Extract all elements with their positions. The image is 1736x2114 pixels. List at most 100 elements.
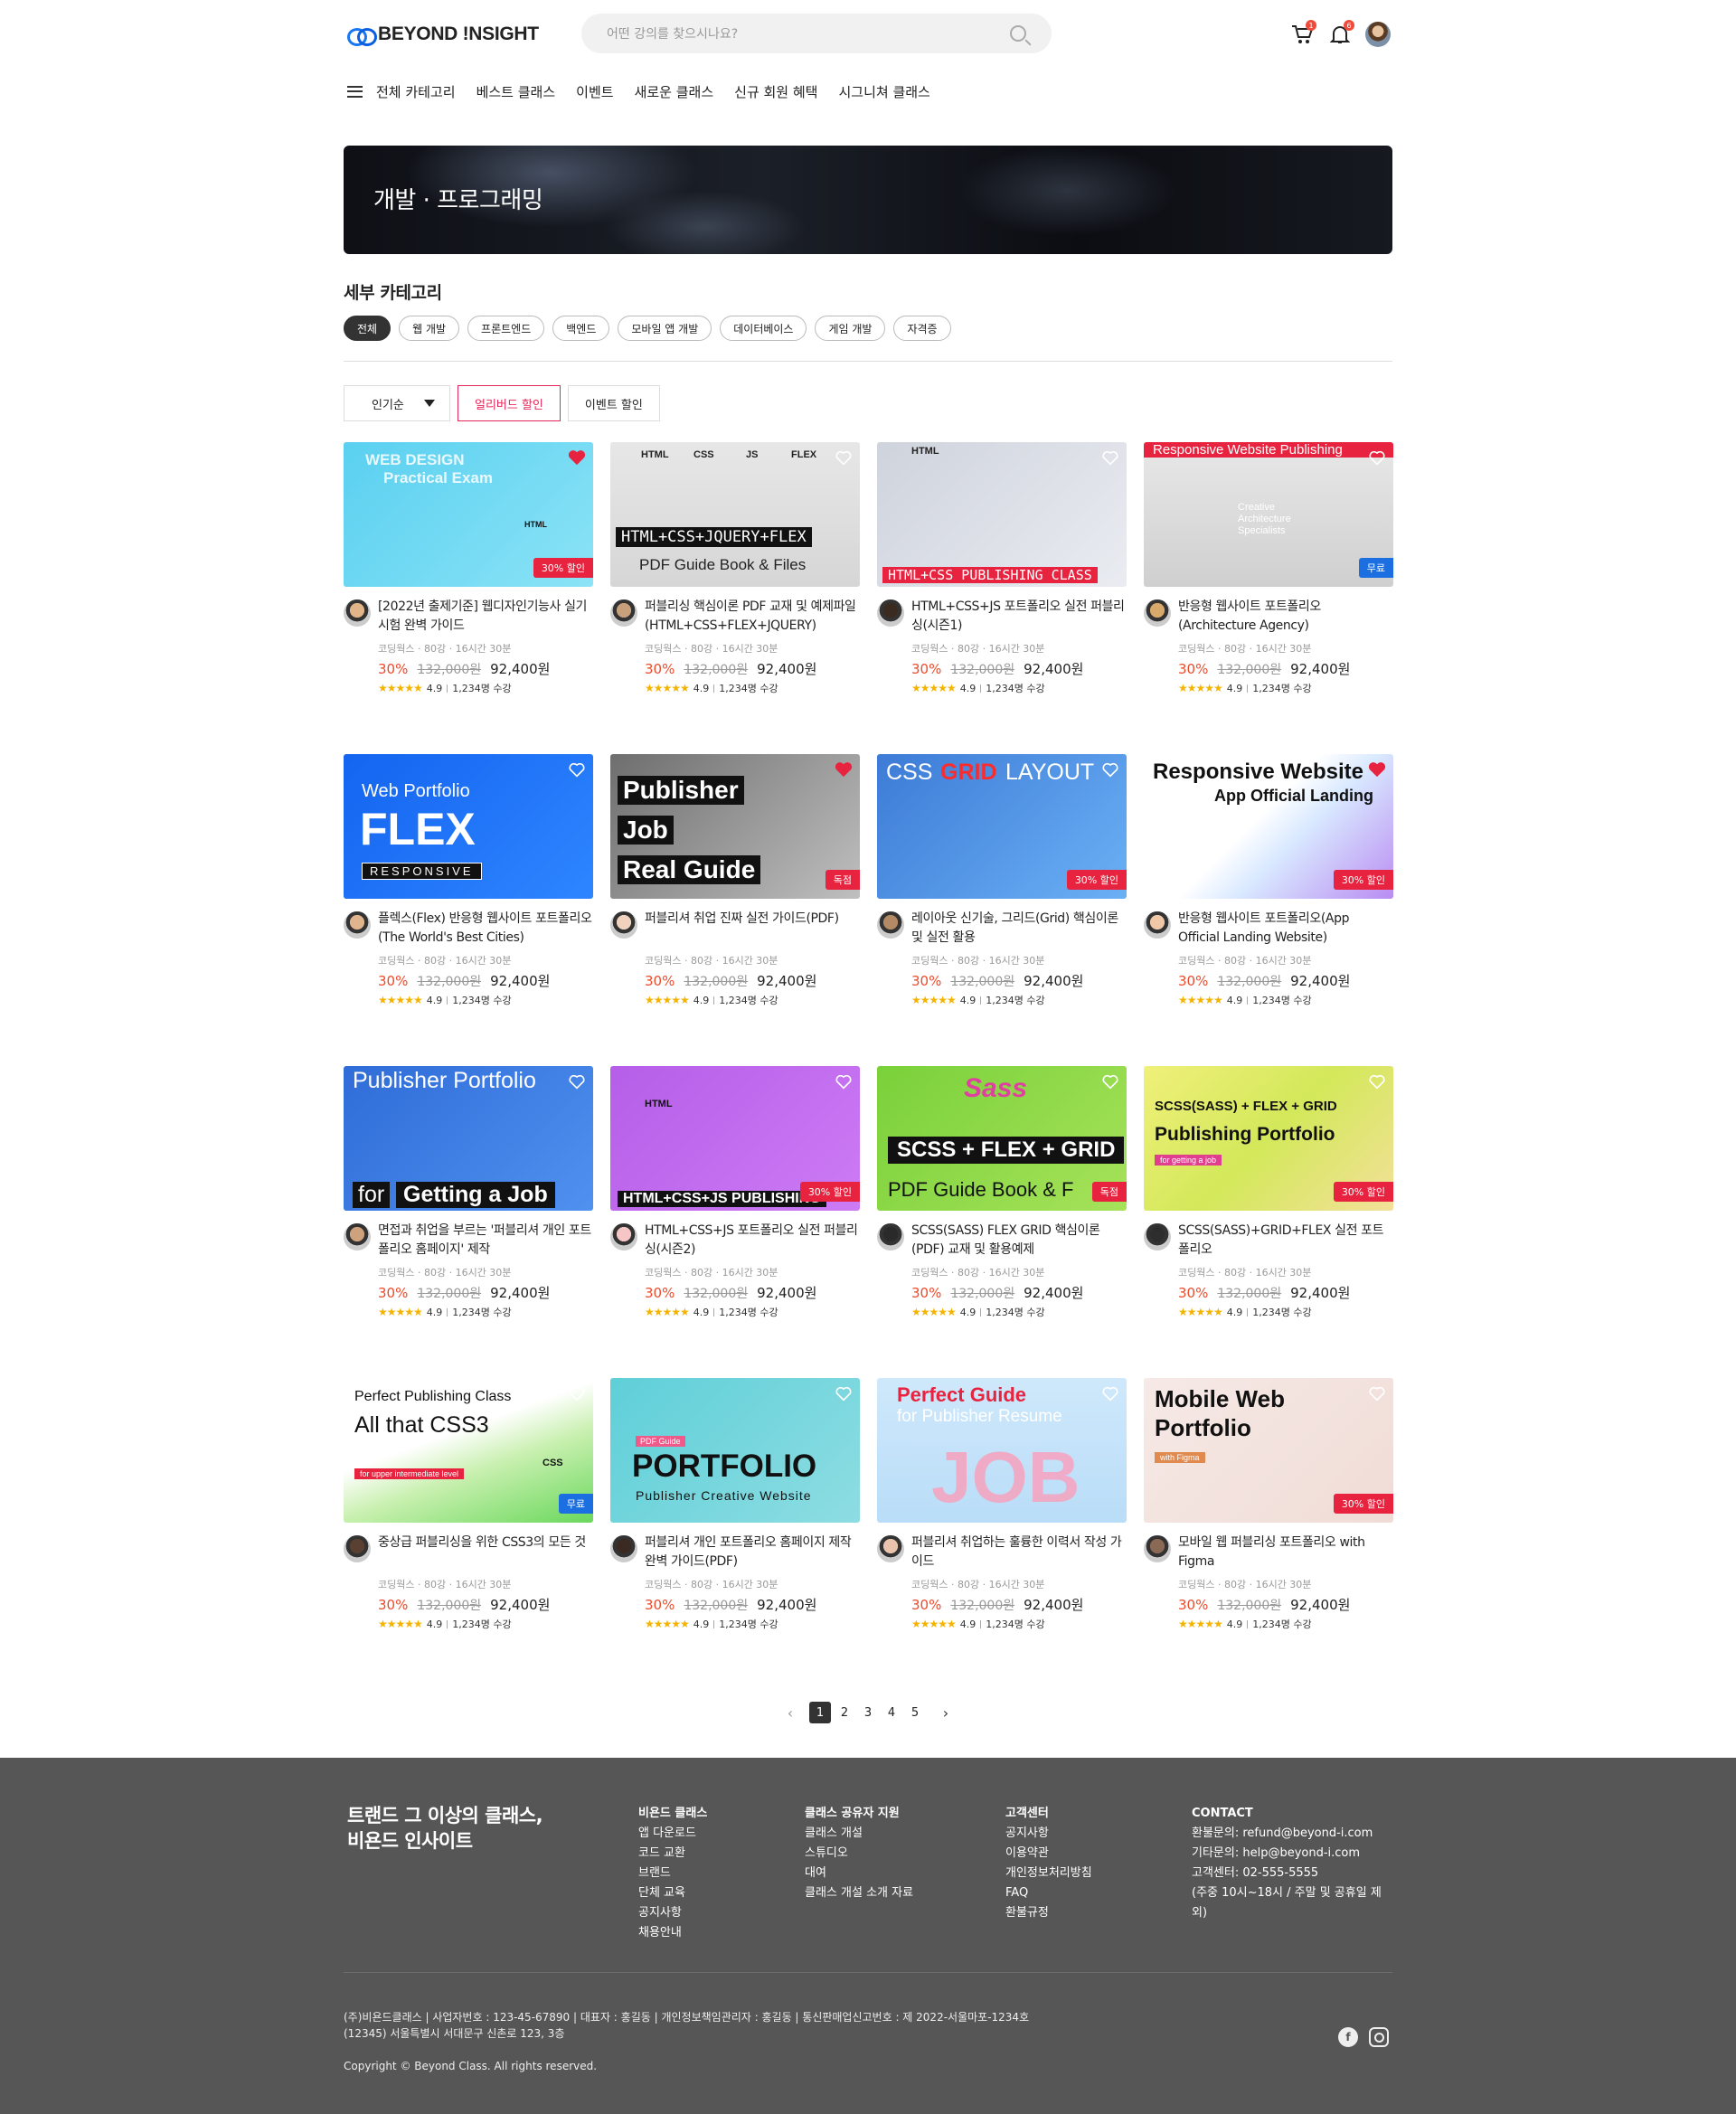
course-thumbnail[interactable]: CSS GRID LAYOUT 30% 할인 [877,754,1127,899]
course-title[interactable]: [2022년 출제기준] 웹디자인기능사 실기시험 완벽 가이드 [378,598,593,636]
course-title[interactable]: 퍼블리싱 핵심이론 PDF 교재 및 예제파일(HTML+CSS+FLEX+JQ… [645,598,860,636]
heart-icon[interactable] [1368,1385,1386,1401]
course-thumbnail[interactable]: Publisher Portfolio for Getting a Job [344,1066,593,1211]
course-card[interactable]: HTML HTML+CSS PUBLISHING CLASS HTML+CSS+J… [877,442,1127,754]
heart-filled-icon[interactable] [1368,761,1386,778]
heart-icon[interactable] [835,449,853,466]
nav-item-event[interactable]: 이벤트 [576,82,613,101]
chip-backend[interactable]: 백엔드 [552,316,610,341]
course-thumbnail[interactable]: Sass SCSS + FLEX + GRID PDF Guide Book & F… [877,1066,1127,1211]
heart-icon[interactable] [835,1073,853,1090]
heart-icon[interactable] [1101,1073,1119,1090]
course-title[interactable]: 레이아웃 신기술, 그리드(Grid) 핵심이론 및 실전 활용 [911,910,1127,948]
footer-link[interactable]: 스튜디오 [805,1844,913,1864]
footer-link[interactable]: 환불규정 [1005,1903,1092,1923]
course-card[interactable]: Perfect Guide for Publisher Resume JOB 퍼블리… [877,1378,1127,1690]
nav-item-new-member[interactable]: 신규 회원 혜택 [734,82,817,101]
course-card[interactable]: Mobile Web Portfolio with Figma 30% 할인 모바일… [1144,1378,1393,1690]
course-card[interactable]: PDF Guide PORTFOLIO Publisher Creative Web… [610,1378,860,1690]
course-title[interactable]: 면접과 취업을 부르는 '퍼블리셔 개인 포트폴리오 홈페이지' 제작 [378,1222,593,1260]
early-bird-filter[interactable]: 얼리버드 할인 [458,385,561,421]
course-title[interactable]: HTML+CSS+JS 포트폴리오 실전 퍼블리싱(시즌2) [645,1222,860,1260]
chip-database[interactable]: 데이터베이스 [720,316,807,341]
cart-button[interactable]: 1 [1289,20,1316,47]
course-thumbnail[interactable]: PDF Guide PORTFOLIO Publisher Creative Web… [610,1378,860,1523]
footer-link[interactable]: 클래스 개설 [805,1824,913,1844]
nav-item-new[interactable]: 새로운 클래스 [635,82,714,101]
prev-page-button[interactable]: ‹ [778,1701,802,1724]
page-2[interactable]: 2 [833,1701,856,1724]
course-thumbnail[interactable]: HTML CSS JS FLEX HTML+CSS+JQUERY+FLEX PDF Gui… [610,442,860,587]
nav-item-all-categories[interactable]: 전체 카테고리 [376,82,456,101]
course-thumbnail[interactable]: Perfect Publishing Class All that CSS3 for… [344,1378,593,1523]
menu-icon[interactable] [347,85,363,98]
course-card[interactable]: Responsive Website App Official Landing 3… [1144,754,1393,1066]
course-thumbnail[interactable]: HTML HTML+CSS PUBLISHING CLASS [877,442,1127,587]
course-card[interactable]: Publisher Portfolio for Getting a Job 면접과 … [344,1066,593,1378]
chip-game[interactable]: 게임 개발 [815,316,886,341]
page-1[interactable]: 1 [809,1702,831,1723]
page-3[interactable]: 3 [856,1701,880,1724]
chip-frontend[interactable]: 프론트엔드 [467,316,545,341]
course-thumbnail[interactable]: Web Portfolio FLEX RESPONSIVE [344,754,593,899]
next-page-button[interactable]: › [934,1701,958,1724]
instagram-icon[interactable] [1369,2027,1389,2047]
course-title[interactable]: 반응형 웹사이트 포트폴리오(Architecture Agency) [1178,598,1393,636]
footer-link[interactable]: 개인정보처리방침 [1005,1864,1092,1883]
search-icon[interactable] [1010,25,1026,42]
course-card[interactable]: SCSS(SASS) + FLEX + GRID Publishing Portf… [1144,1066,1393,1378]
user-avatar[interactable] [1365,22,1391,47]
footer-link[interactable]: 이용약관 [1005,1844,1092,1864]
course-thumbnail[interactable]: WEB DESIGN Practical Exam HTML 30% 할인 [344,442,593,587]
course-card[interactable]: WEB DESIGN Practical Exam HTML 30% 할인 [202… [344,442,593,754]
event-filter[interactable]: 이벤트 할인 [567,385,660,421]
footer-link[interactable]: 앱 다운로드 [638,1824,707,1844]
footer-link[interactable]: 채용안내 [638,1923,707,1943]
sort-select[interactable]: 인기순 [344,385,450,421]
course-thumbnail[interactable]: Perfect Guide for Publisher Resume JOB [877,1378,1127,1523]
heart-icon[interactable] [568,761,586,778]
course-thumbnail[interactable]: HTML HTML+CSS+JS PUBLISHING 30% 할인 [610,1066,860,1211]
heart-icon[interactable] [1101,761,1119,778]
course-card[interactable]: CSS GRID LAYOUT 30% 할인 레이아웃 신기술, 그리드(Grid)… [877,754,1127,1066]
nav-item-signature[interactable]: 시그니쳐 클래스 [838,82,929,101]
heart-icon[interactable] [568,1073,586,1090]
course-thumbnail[interactable]: Responsive Website Publishing Creative Ar… [1144,442,1393,587]
nav-item-best[interactable]: 베스트 클래스 [476,82,556,101]
footer-link[interactable]: 클래스 개설 소개 자료 [805,1883,913,1903]
course-title[interactable]: 반응형 웹사이트 포트폴리오(App Official Landing Webs… [1178,910,1393,948]
course-card[interactable]: Responsive Website Publishing Creative Ar… [1144,442,1393,754]
page-4[interactable]: 4 [880,1701,903,1724]
course-card[interactable]: HTML HTML+CSS+JS PUBLISHING 30% 할인 HTML+C… [610,1066,860,1378]
heart-icon[interactable] [1101,1385,1119,1401]
course-thumbnail[interactable]: SCSS(SASS) + FLEX + GRID Publishing Portf… [1144,1066,1393,1211]
course-title[interactable]: 퍼블리셔 개인 포트폴리오 홈페이지 제작 완벽 가이드(PDF) [645,1534,860,1571]
footer-link[interactable]: 공지사항 [638,1903,707,1923]
heart-icon[interactable] [835,1385,853,1401]
heart-filled-icon[interactable] [835,761,853,778]
course-thumbnail[interactable]: Mobile Web Portfolio with Figma 30% 할인 [1144,1378,1393,1523]
heart-icon[interactable] [1101,449,1119,466]
facebook-icon[interactable]: f [1338,2027,1358,2047]
footer-link[interactable]: 브랜드 [638,1864,707,1883]
course-thumbnail[interactable]: Responsive Website App Official Landing 3… [1144,754,1393,899]
page-5[interactable]: 5 [903,1701,927,1724]
chip-certificate[interactable]: 자격증 [893,316,951,341]
notification-button[interactable]: 6 [1327,20,1354,47]
heart-icon[interactable] [1368,1073,1386,1090]
course-thumbnail[interactable]: Publisher Job Real Guide 독점 [610,754,860,899]
course-card[interactable]: Web Portfolio FLEX RESPONSIVE 플렉스(Flex) 반응… [344,754,593,1066]
course-card[interactable]: HTML CSS JS FLEX HTML+CSS+JQUERY+FLEX PDF Gui… [610,442,860,754]
course-title[interactable]: HTML+CSS+JS 포트폴리오 실전 퍼블리싱(시즌1) [911,598,1127,636]
course-title[interactable]: 퍼블리셔 취업하는 훌륭한 이력서 작성 가이드 [911,1534,1127,1571]
chip-all[interactable]: 전체 [344,316,392,341]
course-title[interactable]: 퍼블리셔 취업 진짜 실전 가이드(PDF) [645,910,860,948]
footer-link[interactable]: 대여 [805,1864,913,1883]
heart-filled-icon[interactable] [568,449,586,466]
heart-icon[interactable] [568,1385,586,1401]
course-title[interactable]: 모바일 웹 퍼블리싱 포트폴리오 with Figma [1178,1534,1393,1571]
course-title[interactable]: 플렉스(Flex) 반응형 웹사이트 포트폴리오(The World's Bes… [378,910,593,948]
logo[interactable]: BEYOND !NSIGHT [347,24,539,46]
course-card[interactable]: Sass SCSS + FLEX + GRID PDF Guide Book & F… [877,1066,1127,1378]
chip-web[interactable]: 웹 개발 [399,316,460,341]
